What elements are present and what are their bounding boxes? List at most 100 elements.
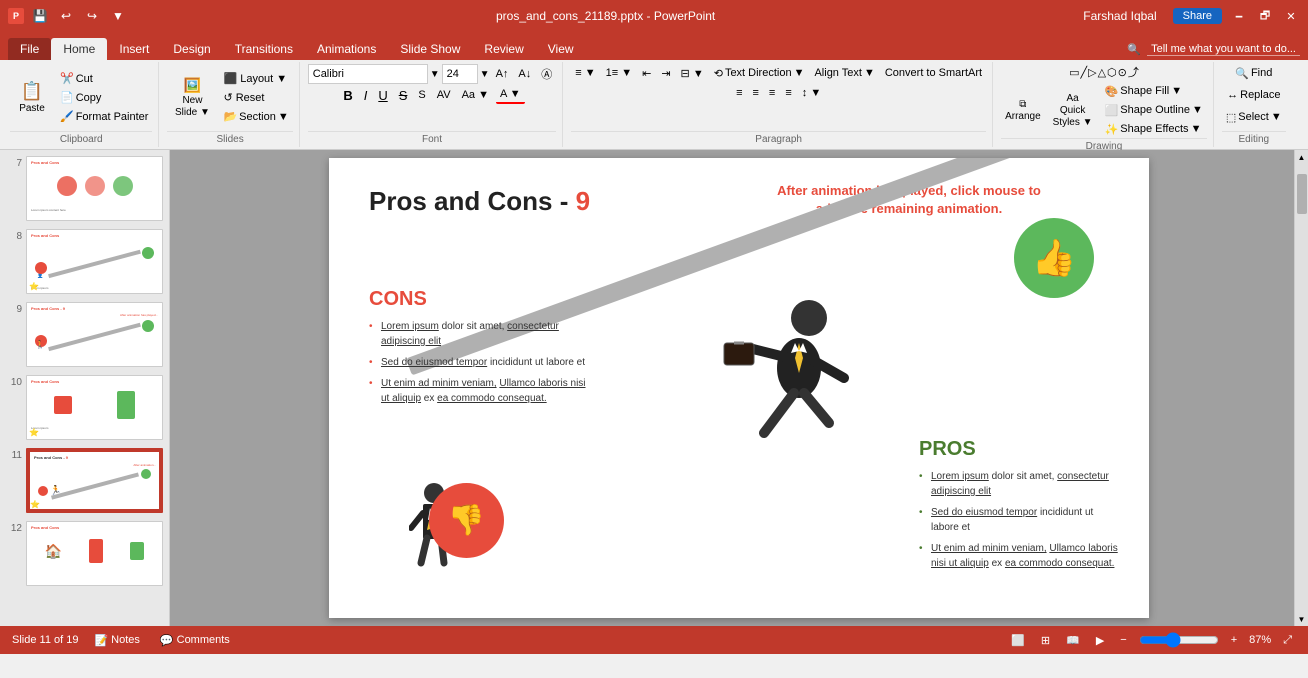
shadow-btn[interactable]: S <box>414 86 429 104</box>
tab-insert[interactable]: Insert <box>107 38 161 60</box>
notes-icon: 📝 <box>94 634 108 647</box>
undo-qat-btn[interactable]: ↩ <box>56 6 76 26</box>
shape-1[interactable]: ▭ <box>1069 66 1079 79</box>
shape-fill-btn[interactable]: 🎨 Shape Fill ▼ <box>1101 82 1207 100</box>
title-bar-left: P 💾 ↩ ↪ ▼ <box>8 6 128 26</box>
slide-thumb-11[interactable]: 11 Pros and Cons - 9 After animation... … <box>4 446 165 515</box>
arrange-btn[interactable]: ⧉ Arrange <box>1001 90 1045 130</box>
save-qat-btn[interactable]: 💾 <box>30 6 50 26</box>
align-text-btn[interactable]: Align Text ▼ <box>810 64 878 82</box>
section-btn[interactable]: 📂 Section ▼ <box>219 108 292 126</box>
slide-canvas[interactable]: Pros and Cons - 9 After animation has pl… <box>329 158 1149 618</box>
window-title: pros_and_cons_21189.pptx - PowerPoint <box>128 9 1083 23</box>
uppercase-btn[interactable]: Aa ▼ <box>458 86 493 104</box>
decrease-indent-btn[interactable]: ⇤ <box>638 64 655 82</box>
bullets-btn[interactable]: ≡ ▼ <box>571 64 599 82</box>
tab-slideshow[interactable]: Slide Show <box>388 38 472 60</box>
tab-animations[interactable]: Animations <box>305 38 388 60</box>
tell-me-input[interactable]: Tell me what you want to do... <box>1147 43 1300 56</box>
columns-btn[interactable]: ⊟ ▼ <box>677 64 708 82</box>
comments-btn[interactable]: 💬 Comments <box>156 632 234 649</box>
new-slide-btn[interactable]: 🖼️ New Slide ▼ <box>167 70 217 126</box>
shape-2[interactable]: ╱ <box>1080 66 1087 79</box>
shape-6[interactable]: ⊙ <box>1118 66 1127 79</box>
format-painter-btn[interactable]: 🖌️ Format Painter <box>56 108 152 126</box>
scroll-up-btn[interactable]: ▲ <box>1295 150 1308 164</box>
main-area: 7 Pros and Cons Lorem ipsum content here… <box>0 150 1308 626</box>
slide-img-11: Pros and Cons - 9 After animation... 🏃 ⭐ <box>26 448 163 513</box>
zoom-in-btn[interactable]: + <box>1227 632 1241 648</box>
tab-review[interactable]: Review <box>472 38 535 60</box>
vertical-scrollbar[interactable]: ▲ ▼ <box>1294 150 1308 626</box>
scroll-thumb[interactable] <box>1297 174 1307 214</box>
shape-outline-btn[interactable]: ⬜ Shape Outline ▼ <box>1101 101 1207 119</box>
increase-font-btn[interactable]: A↑ <box>492 65 513 83</box>
clear-format-btn[interactable]: Ⓐ <box>537 65 556 83</box>
replace-btn[interactable]: ↔ Replace <box>1223 86 1284 104</box>
cut-btn[interactable]: ✂️ Cut <box>56 70 152 88</box>
customize-qat-btn[interactable]: ▼ <box>108 6 128 26</box>
underline-btn[interactable]: U <box>374 86 391 104</box>
align-left-btn[interactable]: ≡ <box>732 84 746 102</box>
slide-thumb-9[interactable]: 9 Pros and Cons - 9 After animation has … <box>4 300 165 369</box>
new-slide-icon: 🖼️ <box>184 77 201 94</box>
align-right-btn[interactable]: ≡ <box>765 84 779 102</box>
fit-slide-btn[interactable]: ⤢ <box>1279 632 1296 649</box>
minimize-btn[interactable]: 🗕 <box>1230 7 1248 25</box>
find-btn[interactable]: 🔍 Find <box>1231 64 1276 82</box>
line-spacing-btn[interactable]: ↕ ▼ <box>798 84 825 102</box>
notes-btn[interactable]: 📝 Notes <box>90 632 143 649</box>
title-bar: P 💾 ↩ ↪ ▼ pros_and_cons_21189.pptx - Pow… <box>0 0 1308 32</box>
normal-view-btn[interactable]: ⬜ <box>1007 632 1029 649</box>
font-name-input[interactable] <box>308 64 428 84</box>
tab-design[interactable]: Design <box>161 38 222 60</box>
char-spacing-btn[interactable]: AV <box>433 86 455 104</box>
zoom-out-btn[interactable]: − <box>1116 632 1130 648</box>
slideshow-btn[interactable]: ▶ <box>1092 632 1108 649</box>
share-btn[interactable]: Share <box>1173 8 1222 24</box>
ribbon-group-clipboard: 📋 Paste ✂️ Cut 📄 Copy 🖌️ Format Painter … <box>4 62 159 147</box>
zoom-slider[interactable] <box>1139 632 1219 648</box>
tab-file[interactable]: File <box>8 38 51 60</box>
tab-view[interactable]: View <box>536 38 586 60</box>
copy-btn[interactable]: 📄 Copy <box>56 89 152 107</box>
slide-thumb-12[interactable]: 12 Pros and Cons 🏠 <box>4 519 165 588</box>
shape-3[interactable]: ▷ <box>1088 66 1096 79</box>
slide-img-12: Pros and Cons 🏠 <box>26 521 163 586</box>
italic-btn[interactable]: I <box>360 86 372 104</box>
increase-indent-btn[interactable]: ⇥ <box>657 64 674 82</box>
tab-home[interactable]: Home <box>51 38 107 60</box>
align-center-btn[interactable]: ≡ <box>749 84 763 102</box>
shape-4[interactable]: △ <box>1098 66 1106 79</box>
select-btn[interactable]: ⬚ Select ▼ <box>1222 108 1286 126</box>
pros-list: Lorem ipsum dolor sit amet, consectetur … <box>919 469 1119 571</box>
shape-effects-btn[interactable]: ✨ Shape Effects ▼ <box>1101 120 1207 138</box>
redo-qat-btn[interactable]: ↪ <box>82 6 102 26</box>
reading-view-btn[interactable]: 📖 <box>1062 632 1084 649</box>
drawing-controls: ▭ ╱ ▷ △ ⬡ ⊙ ⤴ ⧉ Arrange Aa Quick Styles … <box>1001 64 1207 138</box>
strikethrough-btn[interactable]: S <box>395 86 412 104</box>
smartart-btn[interactable]: Convert to SmartArt <box>881 64 986 82</box>
quick-styles-btn[interactable]: Aa Quick Styles ▼ <box>1049 90 1097 130</box>
close-btn[interactable]: ✕ <box>1282 7 1300 25</box>
decrease-font-btn[interactable]: A↓ <box>514 65 535 83</box>
restore-btn[interactable]: 🗗 <box>1256 7 1274 25</box>
scroll-down-btn[interactable]: ▼ <box>1295 612 1308 626</box>
slide-sorter-btn[interactable]: ⊞ <box>1037 632 1054 649</box>
bold-btn[interactable]: B <box>339 86 356 104</box>
shape-5[interactable]: ⬡ <box>1107 66 1117 79</box>
slide-thumb-7[interactable]: 7 Pros and Cons Lorem ipsum content here <box>4 154 165 223</box>
shape-7[interactable]: ⤴ <box>1128 64 1139 80</box>
font-label: Font <box>308 131 557 145</box>
text-direction-btn[interactable]: ⟲ Text Direction ▼ <box>710 64 809 82</box>
font-size-input[interactable] <box>442 64 478 84</box>
numbering-btn[interactable]: 1≡ ▼ <box>602 64 636 82</box>
slide-thumb-10[interactable]: 10 Pros and Cons Lorem ipsum ⭐ <box>4 373 165 442</box>
paste-btn[interactable]: 📋 Paste <box>10 70 54 126</box>
font-color-btn[interactable]: A ▼ <box>496 86 525 104</box>
reset-btn[interactable]: ↺ Reset <box>219 89 292 107</box>
slide-thumb-8[interactable]: 8 Pros and Cons 👤 Lorem ipsum ⭐ <box>4 227 165 296</box>
layout-btn[interactable]: ⬛ Layout ▼ <box>219 70 292 88</box>
justify-btn[interactable]: ≡ <box>781 84 795 102</box>
tab-transitions[interactable]: Transitions <box>223 38 305 60</box>
